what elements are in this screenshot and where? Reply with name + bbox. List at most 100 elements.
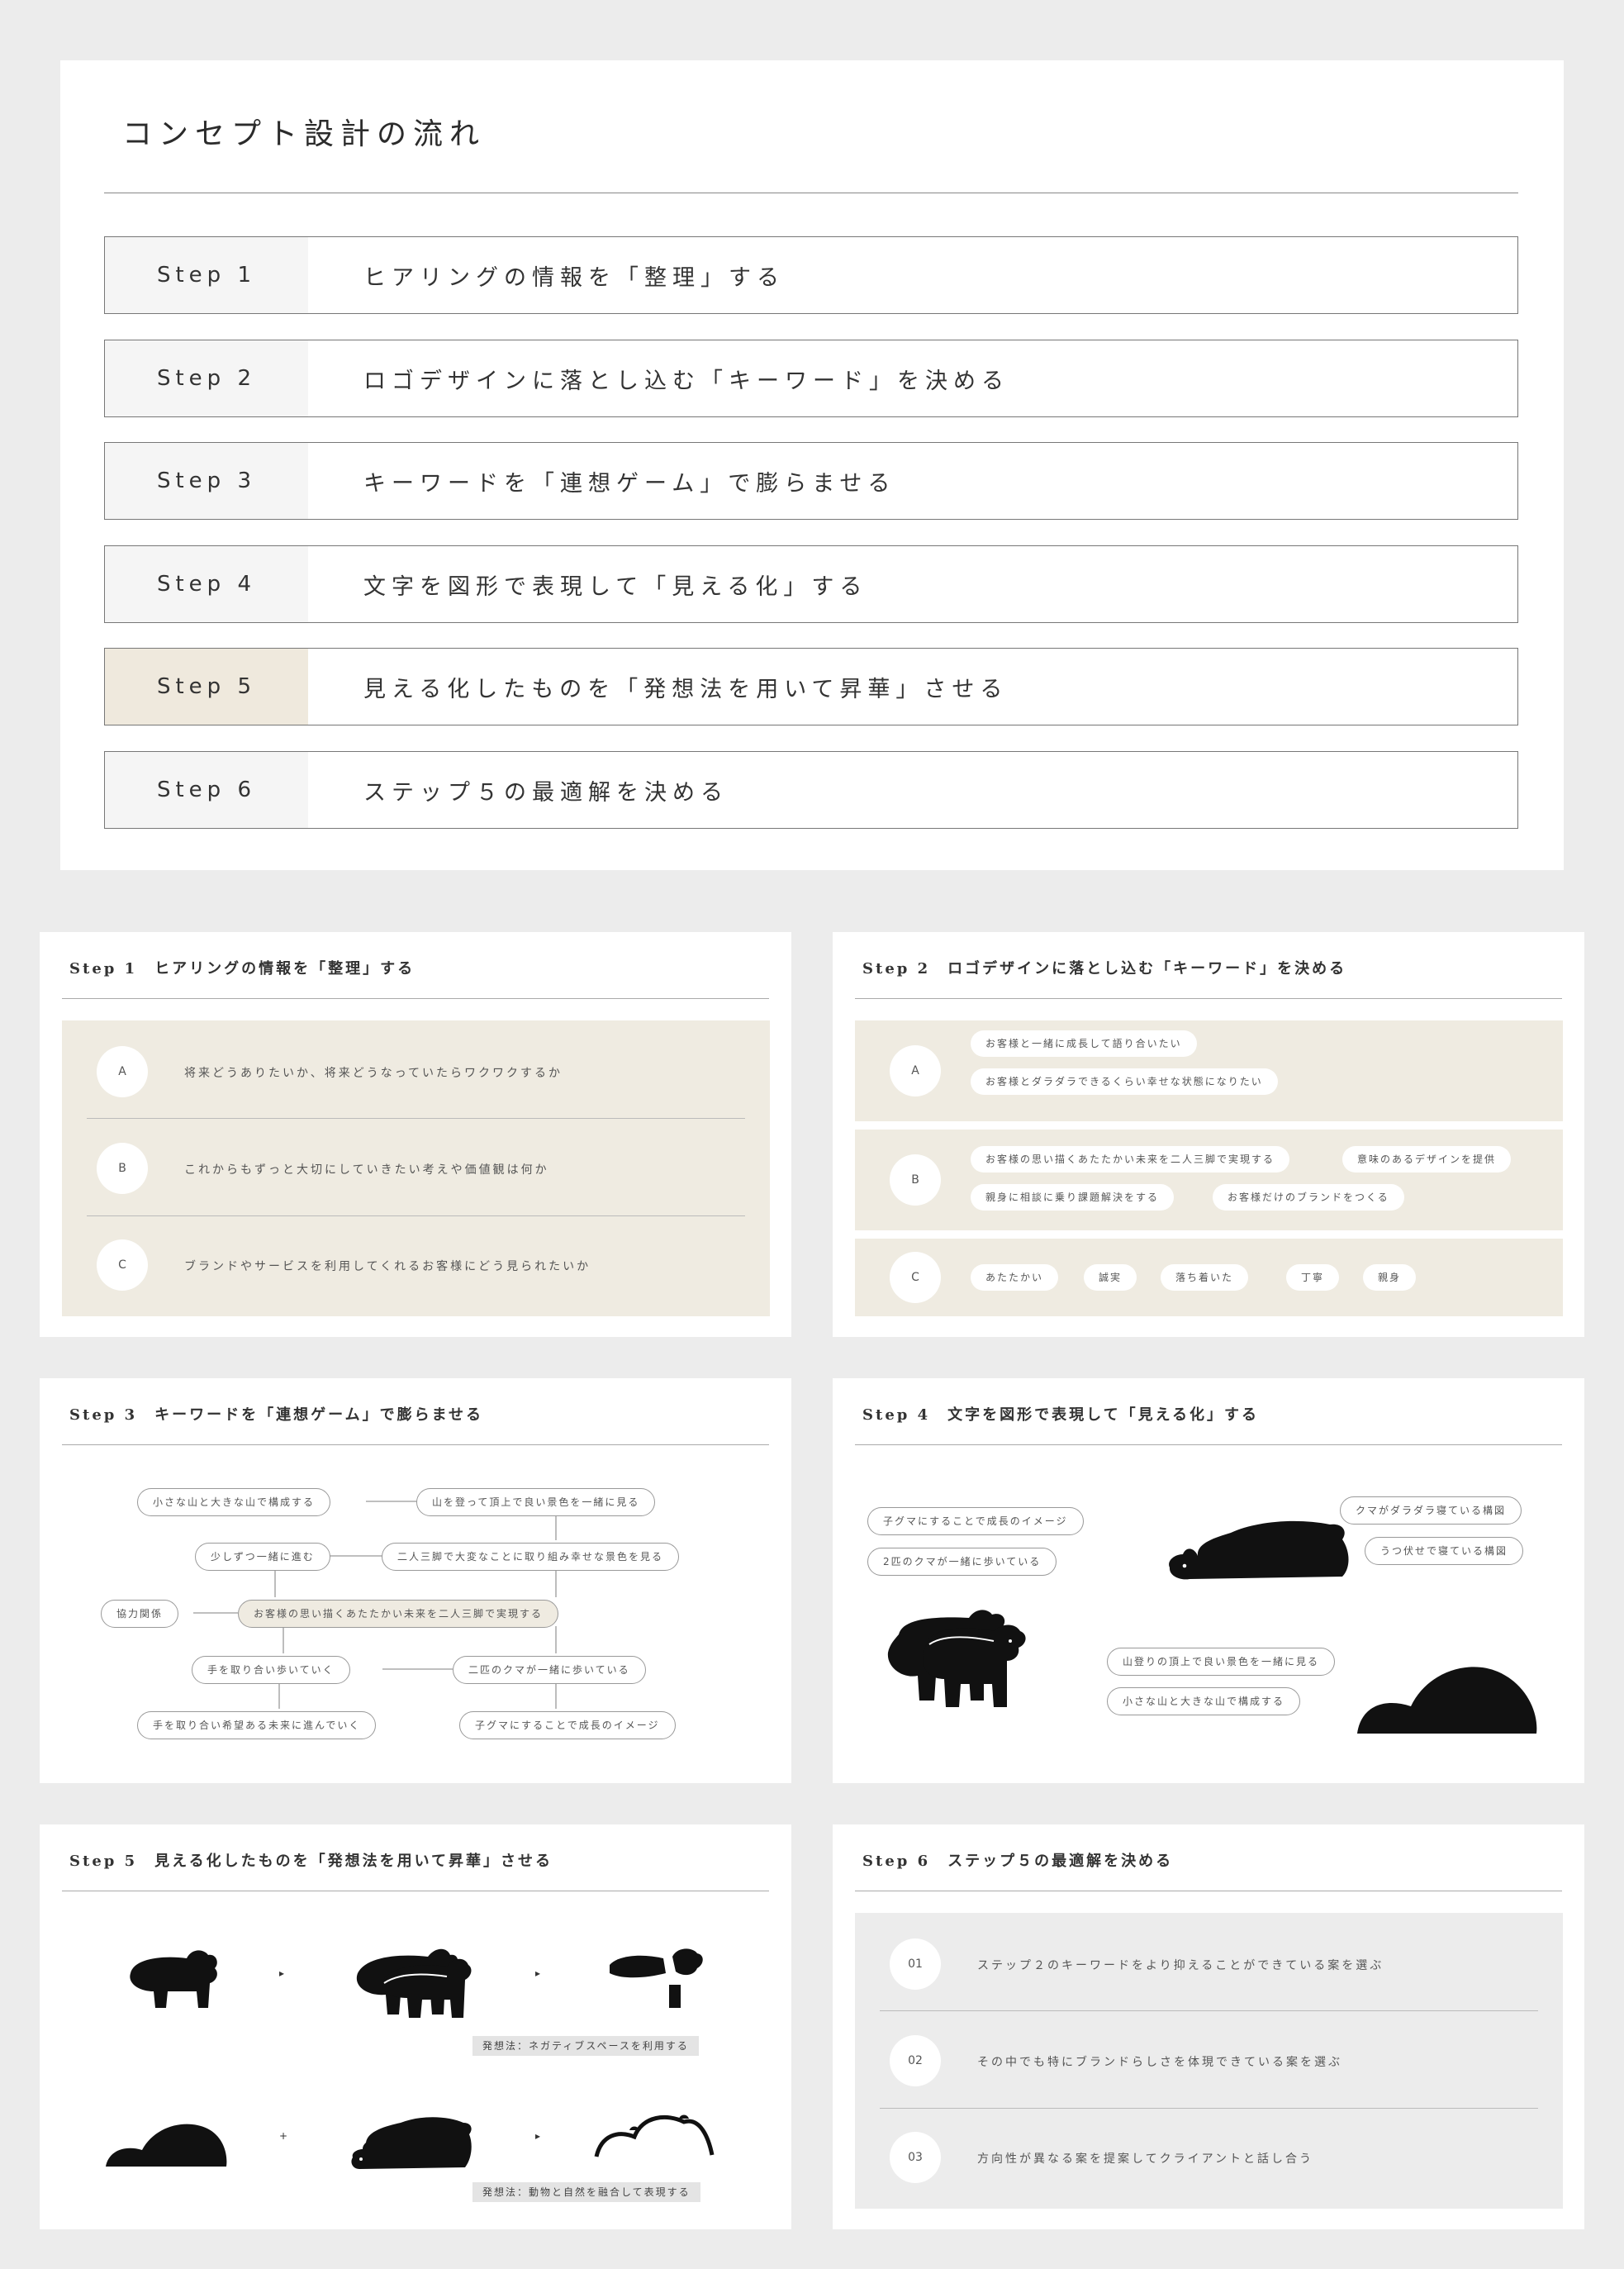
keyword-pill: お客様の思い描くあたたかい未来を二人三脚で実現する (971, 1146, 1290, 1173)
mountains-icon (1357, 1667, 1537, 1734)
transform-arrow: ▸ (535, 1967, 541, 1979)
cub-bear-icon (130, 1950, 217, 2008)
association-node: 二匹のクマが一緒に歩いている (453, 1656, 646, 1684)
keyword-pill: 丁寧 (1286, 1264, 1340, 1291)
row-badge: A (97, 1046, 148, 1097)
row-divider (87, 1118, 745, 1119)
keyword-pill: あたたかい (971, 1264, 1059, 1291)
card-title: Step 2 ロゴデザインに落とし込む「キーワード」を決める (862, 960, 1347, 978)
group-badge: C (890, 1252, 941, 1303)
card-divider (855, 1444, 1562, 1445)
keyword-pill: 誠実 (1084, 1264, 1137, 1291)
association-node: 協力関係 (101, 1600, 179, 1628)
step-label: Step 6 (105, 752, 308, 828)
row-badge: B (97, 1143, 148, 1194)
method-label: 発想法：動物と自然を融合して表現する (472, 2182, 700, 2202)
group-badge: B (890, 1154, 941, 1206)
step5-card: Step 5 見える化したものを「発想法を用いて昇華」させる ▸ ▸ 発想法：ネ… (40, 1824, 791, 2229)
card-title: Step 1 ヒアリングの情報を「整理」する (69, 960, 415, 978)
keyword-pill: 落ち着いた (1161, 1264, 1249, 1291)
step-label: Step 4 (105, 546, 308, 622)
concept-flow-panel: コンセプト設計の流れ Step 1 ヒアリングの情報を「整理」する Step 2… (60, 60, 1564, 870)
step-row-4: Step 4 文字を図形で表現して「見える化」する (104, 545, 1518, 623)
concept-label: 小さな山と大きな山で構成する (1107, 1687, 1301, 1715)
step4-card: Step 4 文字を図形で表現して「見える化」する 子グマにすることで成長のイメ… (833, 1378, 1584, 1783)
step-label: Step 3 (105, 443, 308, 519)
step-text: 文字を図形で表現して「見える化」する (363, 573, 868, 600)
card-title: Step 4 文字を図形で表現して「見える化」する (862, 1406, 1260, 1424)
keyword-pill: お客様と一緒に成長して語り合いたい (971, 1030, 1197, 1057)
concept-label: 2匹のクマが一緒に歩いている (867, 1548, 1057, 1576)
concept-label: 子グマにすることで成長のイメージ (867, 1507, 1084, 1535)
keyword-pill: 親身に相談に乗り課題解決をする (971, 1184, 1175, 1211)
resting-bear-icon (351, 2117, 472, 2169)
keyword-group-c: C あたたかい 誠実 落ち着いた 丁寧 親身 (855, 1239, 1563, 1316)
step-text: キーワードを「連想ゲーム」で膨らませる (363, 470, 896, 497)
keyword-pill: 親身 (1363, 1264, 1417, 1291)
row-divider (880, 2108, 1538, 2109)
association-node: 小さな山と大きな山で構成する (137, 1488, 331, 1516)
association-node: 手を取り合い希望ある未来に進んでいく (137, 1711, 377, 1739)
keyword-pill: お客様だけのブランドをつくる (1213, 1184, 1404, 1211)
association-node: 手を取り合い歩いていく (192, 1656, 350, 1684)
row-divider (87, 1215, 745, 1216)
association-node: 山を登って頂上で良い景色を一緒に見る (416, 1488, 656, 1516)
method-label: 発想法：ネガティブスペースを利用する (472, 2036, 699, 2056)
row-text: 将来どうありたいか、将来どうなっていたらワクワクするか (184, 1067, 563, 1080)
step-text: ステップ５の最適解を決める (363, 779, 729, 806)
step-text: ロゴデザインに落とし込む「キーワード」を決める (363, 368, 1009, 394)
group-badge: A (890, 1045, 941, 1096)
selection-criteria-list: 01 ステップ２のキーワードをより抑えることができている案を選ぶ 02 その中で… (855, 1913, 1563, 2209)
row-text: 方向性が異なる案を提案してクライアントと話し合う (977, 2152, 1314, 2166)
step-label: Step 1 (105, 237, 308, 313)
row-badge: 01 (890, 1938, 941, 1990)
transform-arrow: ▸ (279, 1967, 285, 1979)
concept-label: 山登りの頂上で良い景色を一緒に見る (1107, 1648, 1336, 1676)
keyword-pill: お客様とダラダラできるくらい幸せな状態になりたい (971, 1068, 1278, 1095)
step-row-3: Step 3 キーワードを「連想ゲーム」で膨らませる (104, 442, 1518, 520)
row-text: その中でも特にブランドらしさを体現できている案を選ぶ (977, 2056, 1342, 2069)
fused-mountain-bear-icon (594, 2114, 715, 2157)
lying-bear-icon (1169, 1520, 1349, 1580)
row-text: これからもずっと大切にしていきたい考えや価値観は何か (184, 1163, 549, 1177)
association-node: 子グマにすることで成長のイメージ (459, 1711, 676, 1739)
hearing-list: A 将来どうありたいか、将来どうなっていたらワクワクするか B これからもずっと… (62, 1020, 770, 1316)
card-title: Step 5 見える化したものを「発想法を用いて昇華」させる (69, 1853, 553, 1870)
two-bears-icon (887, 1610, 1026, 1707)
step-row-6: Step 6 ステップ５の最適解を決める (104, 751, 1518, 829)
row-divider (880, 2010, 1538, 2011)
mountain-bear-icon (106, 2124, 227, 2167)
negative-space-bear-icon (610, 1948, 703, 2008)
transform-arrow: ▸ (535, 2130, 541, 2142)
step3-card: Step 3 キーワードを「連想ゲーム」で膨らませる 小さな山と大きな山で構成す… (40, 1378, 791, 1783)
keyword-group-b: B お客様の思い描くあたたかい未来を二人三脚で実現する 意味のあるデザインを提供… (855, 1130, 1563, 1230)
step-text: 見える化したものを「発想法を用いて昇華」させる (363, 676, 1009, 702)
row-badge: 03 (890, 2132, 941, 2183)
concept-label: クマがダラダラ寝ている構図 (1340, 1496, 1522, 1525)
card-divider (62, 998, 769, 999)
card-title: Step 6 ステップ５の最適解を決める (862, 1853, 1174, 1870)
row-badge: C (97, 1239, 148, 1291)
keyword-group-a: A お客様と一緒に成長して語り合いたい お客様とダラダラできるくらい幸せな状態に… (855, 1020, 1563, 1121)
step1-card: Step 1 ヒアリングの情報を「整理」する A 将来どうありたいか、将来どうな… (40, 932, 791, 1337)
step2-card: Step 2 ロゴデザインに落とし込む「キーワード」を決める A お客様と一緒に… (833, 932, 1584, 1337)
transform-operator: + (279, 2130, 288, 2142)
keyword-pill: 意味のあるデザインを提供 (1342, 1146, 1512, 1173)
step-row-2: Step 2 ロゴデザインに落とし込む「キーワード」を決める (104, 340, 1518, 417)
two-bears-icon (356, 1948, 472, 2018)
step-row-5: Step 5 見える化したものを「発想法を用いて昇華」させる (104, 648, 1518, 725)
step-label: Step 5 (105, 649, 308, 725)
step-label: Step 2 (105, 340, 308, 416)
row-badge: 02 (890, 2035, 941, 2086)
step-text: ヒアリングの情報を「整理」する (363, 264, 785, 291)
row-text: ブランドやサービスを利用してくれるお客様にどう見られたいか (184, 1260, 591, 1273)
concept-label: うつ伏せで寝ている構図 (1365, 1537, 1524, 1565)
page-title: コンセプト設計の流れ (122, 117, 487, 151)
association-node: 二人三脚で大変なことに取り組み幸せな景色を見る (382, 1543, 680, 1571)
row-text: ステップ２のキーワードをより抑えることができている案を選ぶ (977, 1959, 1384, 1972)
step6-card: Step 6 ステップ５の最適解を決める 01 ステップ２のキーワードをより抑え… (833, 1824, 1584, 2229)
card-divider (855, 998, 1562, 999)
step-row-1: Step 1 ヒアリングの情報を「整理」する (104, 236, 1518, 314)
association-center-node: お客様の思い描くあたたかい未来を二人三脚で実現する (238, 1600, 559, 1628)
association-node: 少しずつ一緒に進む (195, 1543, 330, 1571)
